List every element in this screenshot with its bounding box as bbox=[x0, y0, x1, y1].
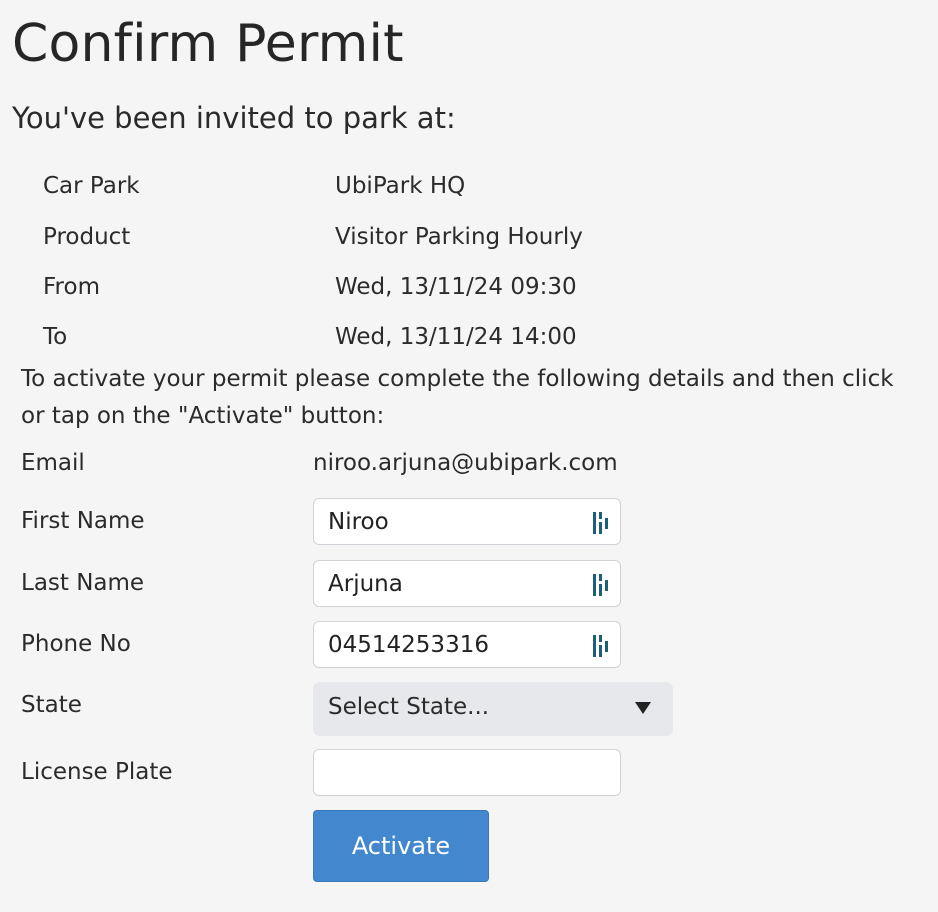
detail-label: Product bbox=[43, 224, 131, 250]
detail-value: Visitor Parking Hourly bbox=[335, 224, 583, 250]
password-manager-icon[interactable] bbox=[592, 633, 612, 659]
email-label: Email bbox=[21, 450, 85, 476]
email-value: niroo.arjuna@ubipark.com bbox=[313, 450, 618, 476]
password-manager-icon[interactable] bbox=[592, 572, 612, 598]
page-title: Confirm Permit bbox=[12, 14, 404, 74]
detail-row-car-park: Car Park UbiPark HQ bbox=[43, 173, 663, 205]
password-manager-icon[interactable] bbox=[592, 510, 612, 536]
detail-label: From bbox=[43, 274, 100, 300]
last-name-field[interactable] bbox=[313, 560, 621, 607]
invitation-subtitle: You've been invited to park at: bbox=[12, 101, 456, 135]
detail-row-to: To Wed, 13/11/24 14:00 bbox=[43, 324, 663, 356]
first-name-input[interactable] bbox=[328, 499, 578, 544]
detail-row-product: Product Visitor Parking Hourly bbox=[43, 224, 663, 256]
license-plate-field[interactable] bbox=[313, 749, 621, 796]
state-selected-value: Select State... bbox=[328, 694, 490, 720]
phone-label: Phone No bbox=[21, 631, 131, 657]
last-name-label: Last Name bbox=[21, 570, 145, 596]
license-plate-input[interactable] bbox=[328, 750, 578, 795]
detail-value: Wed, 13/11/24 14:00 bbox=[335, 324, 577, 350]
first-name-label: First Name bbox=[21, 508, 145, 534]
phone-field[interactable] bbox=[313, 621, 621, 668]
activation-instructions: To activate your permit please complete … bbox=[21, 366, 894, 429]
license-plate-label: License Plate bbox=[21, 759, 173, 785]
state-label: State bbox=[21, 692, 82, 718]
first-name-field[interactable] bbox=[313, 498, 621, 545]
activate-button[interactable]: Activate bbox=[313, 810, 489, 882]
last-name-input[interactable] bbox=[328, 561, 578, 606]
detail-label: To bbox=[43, 324, 68, 350]
detail-row-from: From Wed, 13/11/24 09:30 bbox=[43, 274, 663, 306]
chevron-down-icon bbox=[635, 702, 651, 714]
detail-label: Car Park bbox=[43, 173, 140, 199]
phone-input[interactable] bbox=[328, 622, 578, 667]
detail-value: Wed, 13/11/24 09:30 bbox=[335, 274, 577, 300]
state-select[interactable]: Select State... bbox=[313, 682, 673, 736]
detail-value: UbiPark HQ bbox=[335, 173, 466, 199]
